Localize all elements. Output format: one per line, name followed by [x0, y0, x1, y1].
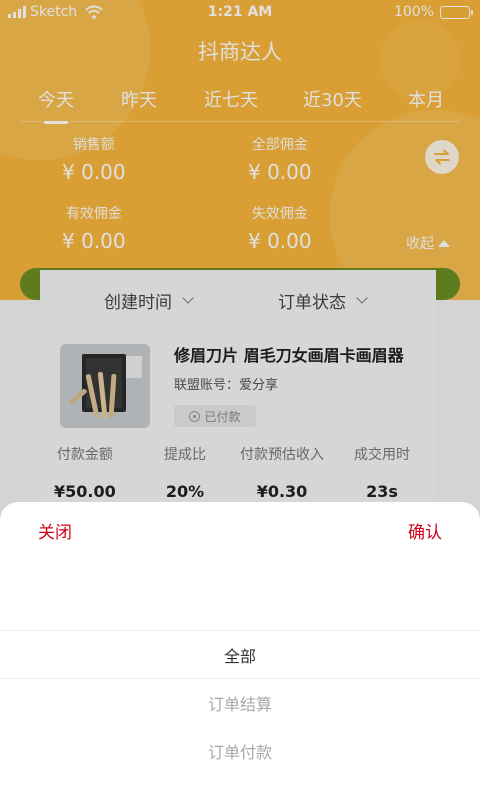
confirm-button[interactable]: 确认: [408, 518, 442, 543]
status-picker-sheet: 关闭 确认 全部 订单结算 订单付款: [0, 502, 480, 800]
picker-highlight-top: [0, 630, 480, 631]
picker-highlight-bottom: [0, 678, 480, 679]
picker-option-settled[interactable]: 订单结算: [0, 691, 480, 715]
picker-option-all[interactable]: 全部: [0, 643, 480, 667]
close-button[interactable]: 关闭: [38, 518, 72, 543]
picker-option-paid[interactable]: 订单付款: [0, 739, 480, 763]
